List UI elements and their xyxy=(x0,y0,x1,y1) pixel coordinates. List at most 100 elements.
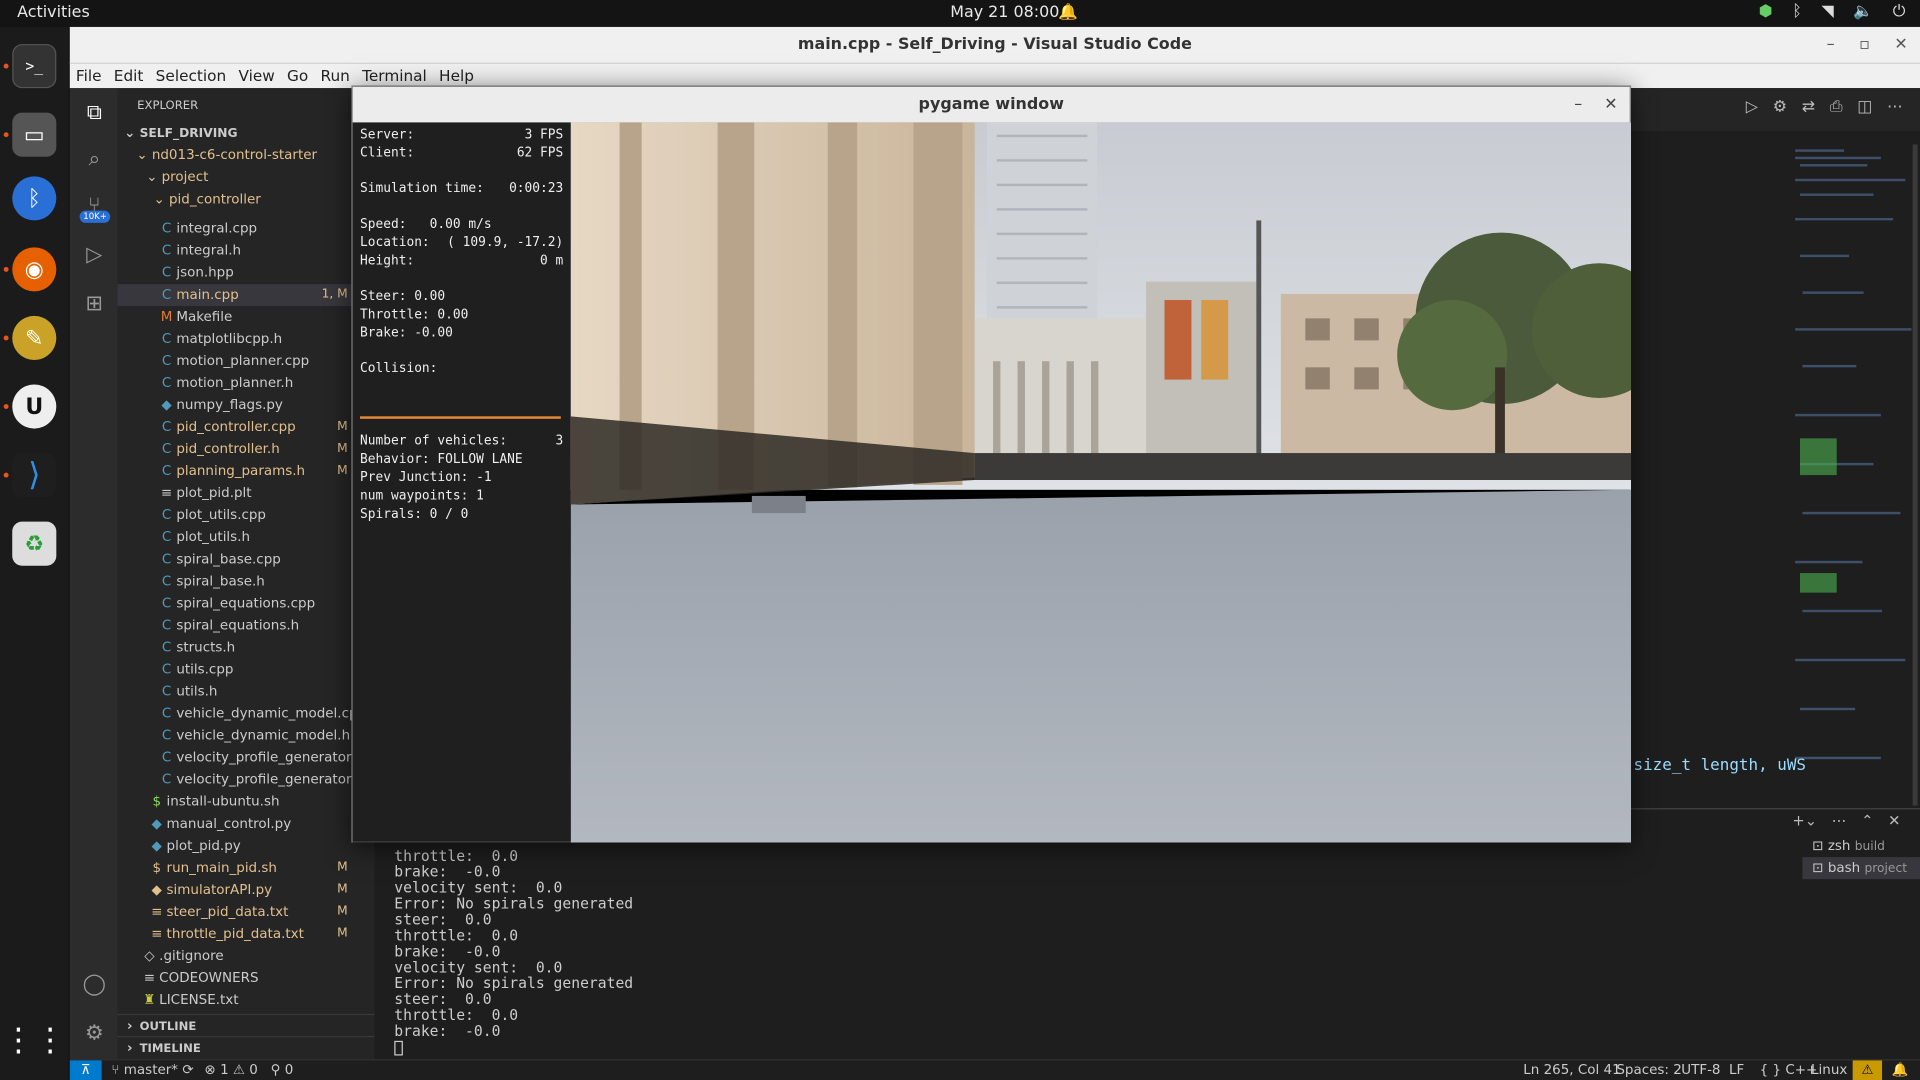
file-item[interactable]: ≡ throttle_pid_data.txt M xyxy=(118,923,375,945)
notifications-icon[interactable]: 🔔 xyxy=(1892,1060,1909,1080)
menu-terminal[interactable]: Terminal xyxy=(356,64,433,84)
file-item[interactable]: ♜ LICENSE.txt xyxy=(118,989,375,1011)
unreal-engine-app-icon[interactable]: U xyxy=(12,384,57,429)
show-apps-icon[interactable]: ⋮⋮ xyxy=(2,1019,66,1063)
terminal-app-icon[interactable]: >_ xyxy=(12,44,57,89)
account-icon[interactable]: ◯ xyxy=(81,972,108,999)
file-item[interactable]: Cintegral.cpp xyxy=(118,218,375,240)
menu-view[interactable]: View xyxy=(232,64,281,84)
outline-section[interactable]: › OUTLINE xyxy=(117,1013,375,1036)
file-item[interactable]: Cmotion_planner.h xyxy=(118,372,375,394)
split-editor-icon[interactable]: ◫ xyxy=(1857,98,1872,116)
indentation[interactable]: Spaces: 2 xyxy=(1616,1060,1681,1080)
encoding[interactable]: UTF-8 xyxy=(1681,1060,1720,1080)
file-item[interactable]: $ run_main_pid.sh M xyxy=(118,857,375,879)
folder-pid-controller[interactable]: ⌄ pid_controller xyxy=(118,189,375,211)
files-icon[interactable]: ⧉ xyxy=(81,100,108,127)
file-item[interactable]: Cutils.h xyxy=(118,681,375,703)
file-item[interactable]: Cspiral_equations.cpp xyxy=(118,593,375,615)
vscode-app-icon[interactable]: ⟩ xyxy=(12,453,57,498)
file-item[interactable]: ≡ CODEOWNERS xyxy=(118,967,375,989)
menu-help[interactable]: Help xyxy=(433,64,480,84)
file-item[interactable]: ◆ numpy_flags.py xyxy=(118,394,375,416)
file-item[interactable]: ◆ plot_pid.py xyxy=(118,835,375,857)
terminal-panel[interactable]: +⌄ ⋯ ⌃ ✕ throttle: 0.0 brake: -0.0 veloc… xyxy=(374,808,1920,1060)
git-branch[interactable]: ⑂ master* ⟳ xyxy=(111,1060,193,1080)
clock[interactable]: May 21 08:00 xyxy=(950,4,1059,22)
menu-selection[interactable]: Selection xyxy=(150,64,233,84)
file-item[interactable]: Cvelocity_profile_generator.cpp xyxy=(118,747,375,769)
file-item[interactable]: Cutils.cpp xyxy=(118,659,375,681)
maximize-panel-icon[interactable]: ⌃ xyxy=(1861,812,1873,829)
file-item[interactable]: ≡ plot_pid.plt xyxy=(118,482,375,504)
menu-run[interactable]: Run xyxy=(314,64,356,84)
system-tray[interactable]: ⬢ ᛒ ◥ 🔈 ⏻ xyxy=(1759,2,1906,20)
menu-file[interactable]: File xyxy=(70,64,108,84)
file-item[interactable]: Cplanning_params.h M xyxy=(118,460,375,482)
more-actions-icon[interactable]: ⋯ xyxy=(1887,98,1903,116)
search-icon[interactable]: ⌕ xyxy=(81,147,108,174)
maximize-icon[interactable]: ▫ xyxy=(1859,27,1870,64)
run-icon[interactable]: ▷ xyxy=(1746,98,1758,116)
platform[interactable]: Linux xyxy=(1811,1060,1847,1080)
file-item[interactable]: Cspiral_base.h xyxy=(118,571,375,593)
close-icon[interactable]: ✕ xyxy=(1894,27,1907,64)
minimap[interactable] xyxy=(1785,144,1920,806)
folder-repo[interactable]: ⌄ nd013-c6-control-starter xyxy=(118,144,375,166)
file-item[interactable]: Cstructs.h xyxy=(118,637,375,659)
firefox-app-icon[interactable]: ◉ xyxy=(12,247,57,292)
file-item[interactable]: Cvelocity_profile_generator.h xyxy=(118,769,375,791)
files-app-icon[interactable]: ▭ xyxy=(12,112,57,157)
eol[interactable]: LF xyxy=(1729,1060,1744,1080)
close-panel-icon[interactable]: ✕ xyxy=(1888,812,1900,829)
file-item[interactable]: Cvehicle_dynamic_model.h xyxy=(118,725,375,747)
file-item[interactable]: Cspiral_base.cpp xyxy=(118,549,375,571)
folder-project[interactable]: ⌄ project xyxy=(118,167,375,189)
file-item[interactable]: Cplot_utils.cpp xyxy=(118,504,375,526)
language-mode[interactable]: { } C++ xyxy=(1760,1060,1818,1080)
pygame-titlebar[interactable]: pygame window – ✕ xyxy=(352,86,1630,123)
file-item[interactable]: Cmain.cpp 1, M xyxy=(117,284,375,307)
new-terminal-icon[interactable]: +⌄ xyxy=(1792,812,1817,829)
menu-go[interactable]: Go xyxy=(281,64,314,84)
file-item[interactable]: Cspiral_equations.h xyxy=(118,615,375,637)
file-item[interactable]: M Makefile xyxy=(118,306,375,328)
run-debug-icon[interactable]: ▷ xyxy=(81,242,108,269)
print-icon[interactable]: ⎙ xyxy=(1830,98,1843,116)
trash-app-icon[interactable]: ♻ xyxy=(12,521,57,566)
gimp-app-icon[interactable]: ✎ xyxy=(12,315,57,361)
file-item[interactable]: Cpid_controller.cpp M xyxy=(118,416,375,438)
pygame-window[interactable]: pygame window – ✕ Server: 3 FPS Client: 62 … xyxy=(351,85,1632,843)
cursor-position[interactable]: Ln 265, Col 41 xyxy=(1523,1060,1620,1080)
file-item[interactable]: Cplot_utils.h xyxy=(118,527,375,549)
close-icon[interactable]: ✕ xyxy=(1604,87,1617,123)
extensions-icon[interactable]: ⊞ xyxy=(81,291,108,318)
file-item[interactable]: Cjson.hpp xyxy=(118,262,375,284)
file-item[interactable]: ◆ manual_control.py xyxy=(118,813,375,835)
compare-icon[interactable]: ⇄ xyxy=(1802,98,1815,116)
terminal-tab-zsh[interactable]: ⊡ zsh build xyxy=(1802,835,1920,857)
workspace-root[interactable]: ⌄ SELF_DRIVING xyxy=(118,122,375,144)
minimize-icon[interactable]: – xyxy=(1827,27,1835,64)
file-item[interactable]: Cintegral.h xyxy=(118,240,375,262)
file-item[interactable]: ◇ .gitignore xyxy=(118,945,375,967)
ports-indicator[interactable]: ⚲ 0 xyxy=(271,1060,294,1080)
file-item[interactable]: ≡ steer_pid_data.txt M xyxy=(118,901,375,923)
file-item[interactable]: ◆ simulatorAPI.py M xyxy=(118,879,375,901)
file-item[interactable]: Cmotion_planner.cpp xyxy=(118,350,375,372)
file-item[interactable]: $ install-ubuntu.sh xyxy=(118,791,375,813)
file-item[interactable]: Cpid_controller.h M xyxy=(118,438,375,460)
menu-edit[interactable]: Edit xyxy=(108,64,150,84)
terminal-tab-bash[interactable]: ⊡ bash project xyxy=(1802,857,1920,880)
more-icon[interactable]: ⋯ xyxy=(1832,812,1847,829)
activities-button[interactable]: Activities xyxy=(17,4,90,22)
file-item[interactable]: Cmatplotlibcpp.h xyxy=(118,328,375,350)
warning-icon[interactable]: ⚠ xyxy=(1852,1060,1883,1080)
file-item[interactable]: Cvehicle_dynamic_model.cpp xyxy=(118,703,375,725)
remote-icon[interactable]: ⊼ xyxy=(69,1060,102,1080)
bluetooth-app-icon[interactable]: ᛒ xyxy=(12,176,57,221)
problems-indicator[interactable]: ⊗ 1 ⚠ 0 xyxy=(204,1060,257,1080)
settings-gear-icon[interactable]: ⚙ xyxy=(81,1021,108,1048)
timeline-section[interactable]: › TIMELINE xyxy=(117,1035,375,1058)
minimize-icon[interactable]: – xyxy=(1574,87,1582,123)
